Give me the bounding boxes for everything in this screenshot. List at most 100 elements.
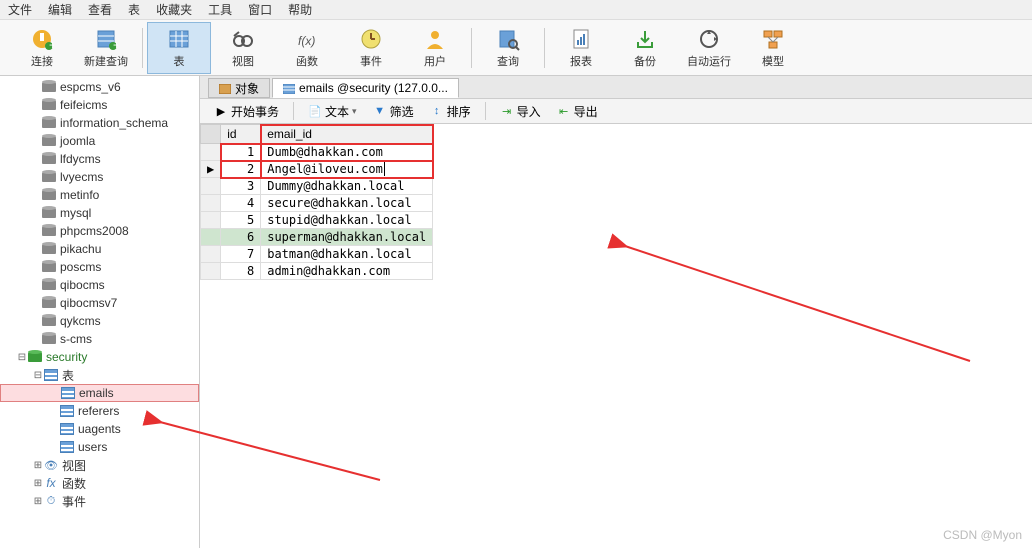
table-users[interactable]: users (0, 438, 199, 456)
group-functions[interactable]: ⊞fx函数 (0, 474, 199, 492)
cell-id[interactable]: 6 (221, 229, 261, 246)
cell-email-id[interactable]: admin@dhakkan.com (261, 263, 433, 280)
table-row[interactable]: 7batman@dhakkan.local (201, 246, 433, 263)
row-selector-header[interactable] (201, 125, 221, 144)
collapse-icon[interactable]: ⊟ (16, 352, 28, 363)
db-feifeicms[interactable]: feifeicms (0, 96, 199, 114)
tab-emails[interactable]: emails @security (127.0.0... (272, 78, 459, 98)
menu-table[interactable]: 表 (128, 1, 140, 18)
event-button[interactable]: 事件 (339, 22, 403, 74)
row-selector[interactable] (201, 246, 221, 263)
table-row[interactable]: ▶2Angel@iloveu.com (201, 161, 433, 178)
cell-id[interactable]: 2 (221, 161, 261, 178)
cell-email-id[interactable]: batman@dhakkan.local (261, 246, 433, 263)
group-events[interactable]: ⊞⏱事件 (0, 492, 199, 510)
database-tree[interactable]: espcms_v6feifeicmsinformation_schemajoom… (0, 76, 200, 548)
tab-objects-label: 对象 (235, 80, 259, 97)
function-button[interactable]: f(x)函数 (275, 22, 339, 74)
cell-email-id[interactable]: Dumb@dhakkan.com (261, 144, 433, 161)
menu-help[interactable]: 帮助 (288, 1, 312, 18)
sort-button[interactable]: ↕排序 (424, 101, 477, 122)
cell-email-id[interactable]: superman@dhakkan.local (261, 229, 433, 246)
db-information_schema[interactable]: information_schema (0, 114, 199, 132)
new-query-button[interactable]: +新建查询 (74, 22, 138, 74)
export-button[interactable]: ⇤导出 (551, 101, 604, 122)
cell-id[interactable]: 7 (221, 246, 261, 263)
db-security[interactable]: ⊟security (0, 348, 199, 366)
table-referers[interactable]: referers (0, 402, 199, 420)
cell-email-id[interactable]: Angel@iloveu.com (261, 161, 433, 178)
expand-icon[interactable]: ⊞ (32, 460, 44, 471)
row-selector[interactable] (201, 212, 221, 229)
db-s-cms[interactable]: s-cms (0, 330, 199, 348)
expand-icon[interactable]: ⊞ (32, 478, 44, 489)
menu-window[interactable]: 窗口 (248, 1, 272, 18)
collapse-icon[interactable]: ⊟ (32, 370, 44, 381)
cell-id[interactable]: 1 (221, 144, 261, 161)
cell-id[interactable]: 8 (221, 263, 261, 280)
report-button[interactable]: 报表 (549, 22, 613, 74)
cell-email-id[interactable]: Dummy@dhakkan.local (261, 178, 433, 195)
report-icon (569, 27, 593, 51)
expand-icon[interactable]: ⊞ (32, 496, 44, 507)
db-qibocms[interactable]: qibocms (0, 276, 199, 294)
auto-run-button[interactable]: 自动运行 (677, 22, 741, 74)
group-label: 函数 (62, 475, 86, 492)
user-button[interactable]: 用户 (403, 22, 467, 74)
db-phpcms2008[interactable]: phpcms2008 (0, 222, 199, 240)
connect-button[interactable]: +连接 (10, 22, 74, 74)
group-tables[interactable]: ⊟表 (0, 366, 199, 384)
row-selector[interactable]: ▶ (201, 161, 221, 178)
db-espcms_v6[interactable]: espcms_v6 (0, 78, 199, 96)
cell-id[interactable]: 5 (221, 212, 261, 229)
db-lvyecms[interactable]: lvyecms (0, 168, 199, 186)
import-button[interactable]: ⇥导入 (494, 101, 547, 122)
table-row[interactable]: 5stupid@dhakkan.local (201, 212, 433, 229)
db-mysql[interactable]: mysql (0, 204, 199, 222)
cell-id[interactable]: 3 (221, 178, 261, 195)
cell-id[interactable]: 4 (221, 195, 261, 212)
db-metinfo[interactable]: metinfo (0, 186, 199, 204)
begin-transaction-button[interactable]: ▶开始事务 (208, 101, 285, 122)
table-row[interactable]: 1Dumb@dhakkan.com (201, 144, 433, 161)
data-grid[interactable]: idemail_id1Dumb@dhakkan.com▶2Angel@ilove… (200, 124, 433, 280)
menu-view[interactable]: 查看 (88, 1, 112, 18)
menu-edit[interactable]: 编辑 (48, 1, 72, 18)
db-joomla[interactable]: joomla (0, 132, 199, 150)
row-selector[interactable] (201, 144, 221, 161)
col-id[interactable]: id (221, 125, 261, 144)
view-button[interactable]: 视图 (211, 22, 275, 74)
table-row[interactable]: 3Dummy@dhakkan.local (201, 178, 433, 195)
separator (485, 102, 486, 120)
col-email-id[interactable]: email_id (261, 125, 433, 144)
table-row[interactable]: 6superman@dhakkan.local (201, 229, 433, 246)
menu-file[interactable]: 文件 (8, 1, 32, 18)
row-selector[interactable] (201, 263, 221, 280)
tab-objects[interactable]: 对象 (208, 78, 270, 98)
menu-tools[interactable]: 工具 (208, 1, 232, 18)
backup-button[interactable]: 备份 (613, 22, 677, 74)
table-button[interactable]: 表 (147, 22, 211, 74)
table-emails[interactable]: emails (0, 384, 199, 402)
db-lfdycms[interactable]: lfdycms (0, 150, 199, 168)
table-uagents[interactable]: uagents (0, 420, 199, 438)
events-icon: ⏱ (44, 495, 58, 507)
db-poscms[interactable]: poscms (0, 258, 199, 276)
cell-email-id[interactable]: stupid@dhakkan.local (261, 212, 433, 229)
table-row[interactable]: 8admin@dhakkan.com (201, 263, 433, 280)
watermark: CSDN @Myon (943, 528, 1022, 542)
table-row[interactable]: 4secure@dhakkan.local (201, 195, 433, 212)
group-views[interactable]: ⊞👁视图 (0, 456, 199, 474)
row-selector[interactable] (201, 229, 221, 246)
db-pikachu[interactable]: pikachu (0, 240, 199, 258)
db-qykcms[interactable]: qykcms (0, 312, 199, 330)
row-selector[interactable] (201, 178, 221, 195)
cell-email-id[interactable]: secure@dhakkan.local (261, 195, 433, 212)
filter-button[interactable]: ▼筛选 (367, 101, 420, 122)
menu-fav[interactable]: 收藏夹 (156, 1, 192, 18)
db-qibocmsv7[interactable]: qibocmsv7 (0, 294, 199, 312)
row-selector[interactable] (201, 195, 221, 212)
query2-button[interactable]: 查询 (476, 22, 540, 74)
model-button[interactable]: 模型 (741, 22, 805, 74)
text-button[interactable]: 📄文本▾ (302, 101, 363, 122)
